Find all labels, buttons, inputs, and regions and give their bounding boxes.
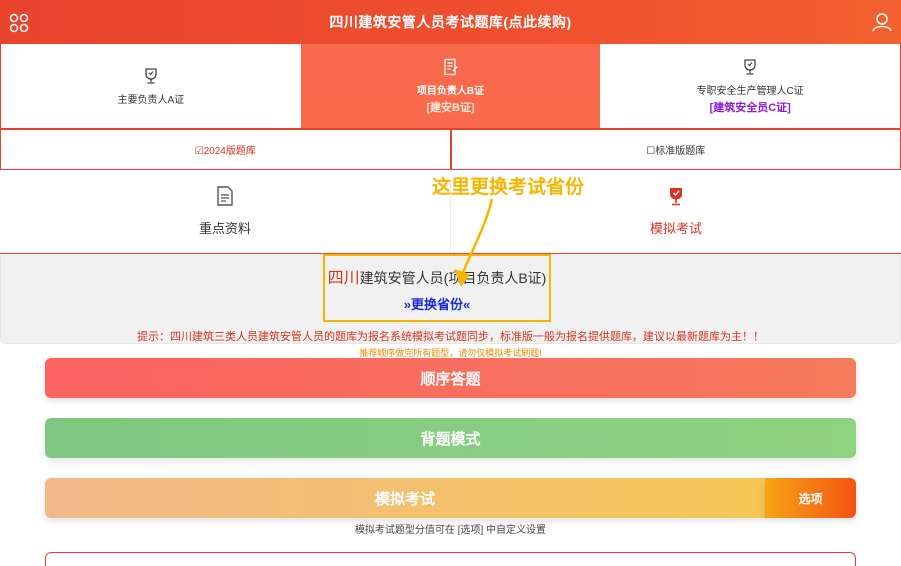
page-title[interactable]: 四川建筑安管人员考试题库(点此续购) (329, 12, 571, 32)
tab-cert-a[interactable]: 主要负责人A证 (1, 44, 301, 128)
change-province-link[interactable]: »更换省份« (404, 294, 470, 313)
mock-exam-tile-label: 模拟考试 (649, 221, 702, 236)
tab-cert-c-label: 专职安全生产管理人C证 (696, 85, 804, 97)
tab-cert-b-label: 项目负责人B证 (416, 85, 485, 97)
version-standard-checkbox[interactable]: ☐标准版题库 (452, 130, 901, 169)
sequential-practice-button[interactable]: 顺序答题 (45, 358, 856, 398)
certificate-tabs: 主要负责人A证 项目负责人B证 [建安B证] 专职安全生产管理人C证 [建筑安全… (0, 44, 901, 130)
bottom-panel (45, 552, 856, 566)
document-edit-icon (443, 58, 458, 75)
version-selector: ☑2024版题库 ☐标准版题库 (0, 130, 901, 170)
key-materials-label: 重点资料 (198, 221, 251, 236)
tab-cert-c-sub: [建筑安全员C证] (709, 101, 791, 114)
version-2024-checkbox[interactable]: ☑2024版题库 (1, 130, 452, 169)
province-name: 四川 (327, 269, 360, 287)
trophy-icon (670, 188, 682, 206)
user-icon[interactable] (872, 12, 892, 32)
options-button[interactable]: 选项 (765, 478, 856, 518)
key-materials-button[interactable]: 重点资料 (0, 170, 451, 253)
tip-text: 提示：四川建筑三类人员建筑安管人员的题库为报名系统模拟考试题同步，标准版一般为报… (137, 331, 764, 343)
trophy-icon (145, 67, 157, 84)
trophy-icon (744, 58, 756, 75)
annotation-arrow (454, 198, 494, 287)
tab-cert-b-sub: [建安B证] (426, 101, 475, 114)
grid-menu-icon[interactable] (9, 13, 29, 33)
option-note: 模拟考试题型分值可在 [选项] 中自定义设置 (354, 525, 547, 536)
app-header: 四川建筑安管人员考试题库(点此续购) (0, 0, 901, 44)
mock-exam-button[interactable]: 模拟考试 (45, 478, 765, 518)
tab-cert-b[interactable]: 项目负责人B证 [建安B证] (300, 44, 601, 128)
recite-mode-button[interactable]: 背题模式 (45, 418, 856, 458)
tab-cert-c[interactable]: 专职安全生产管理人C证 [建筑安全员C证] (600, 44, 901, 128)
document-icon (217, 186, 233, 206)
tab-cert-a-label: 主要负责人A证 (117, 94, 185, 106)
